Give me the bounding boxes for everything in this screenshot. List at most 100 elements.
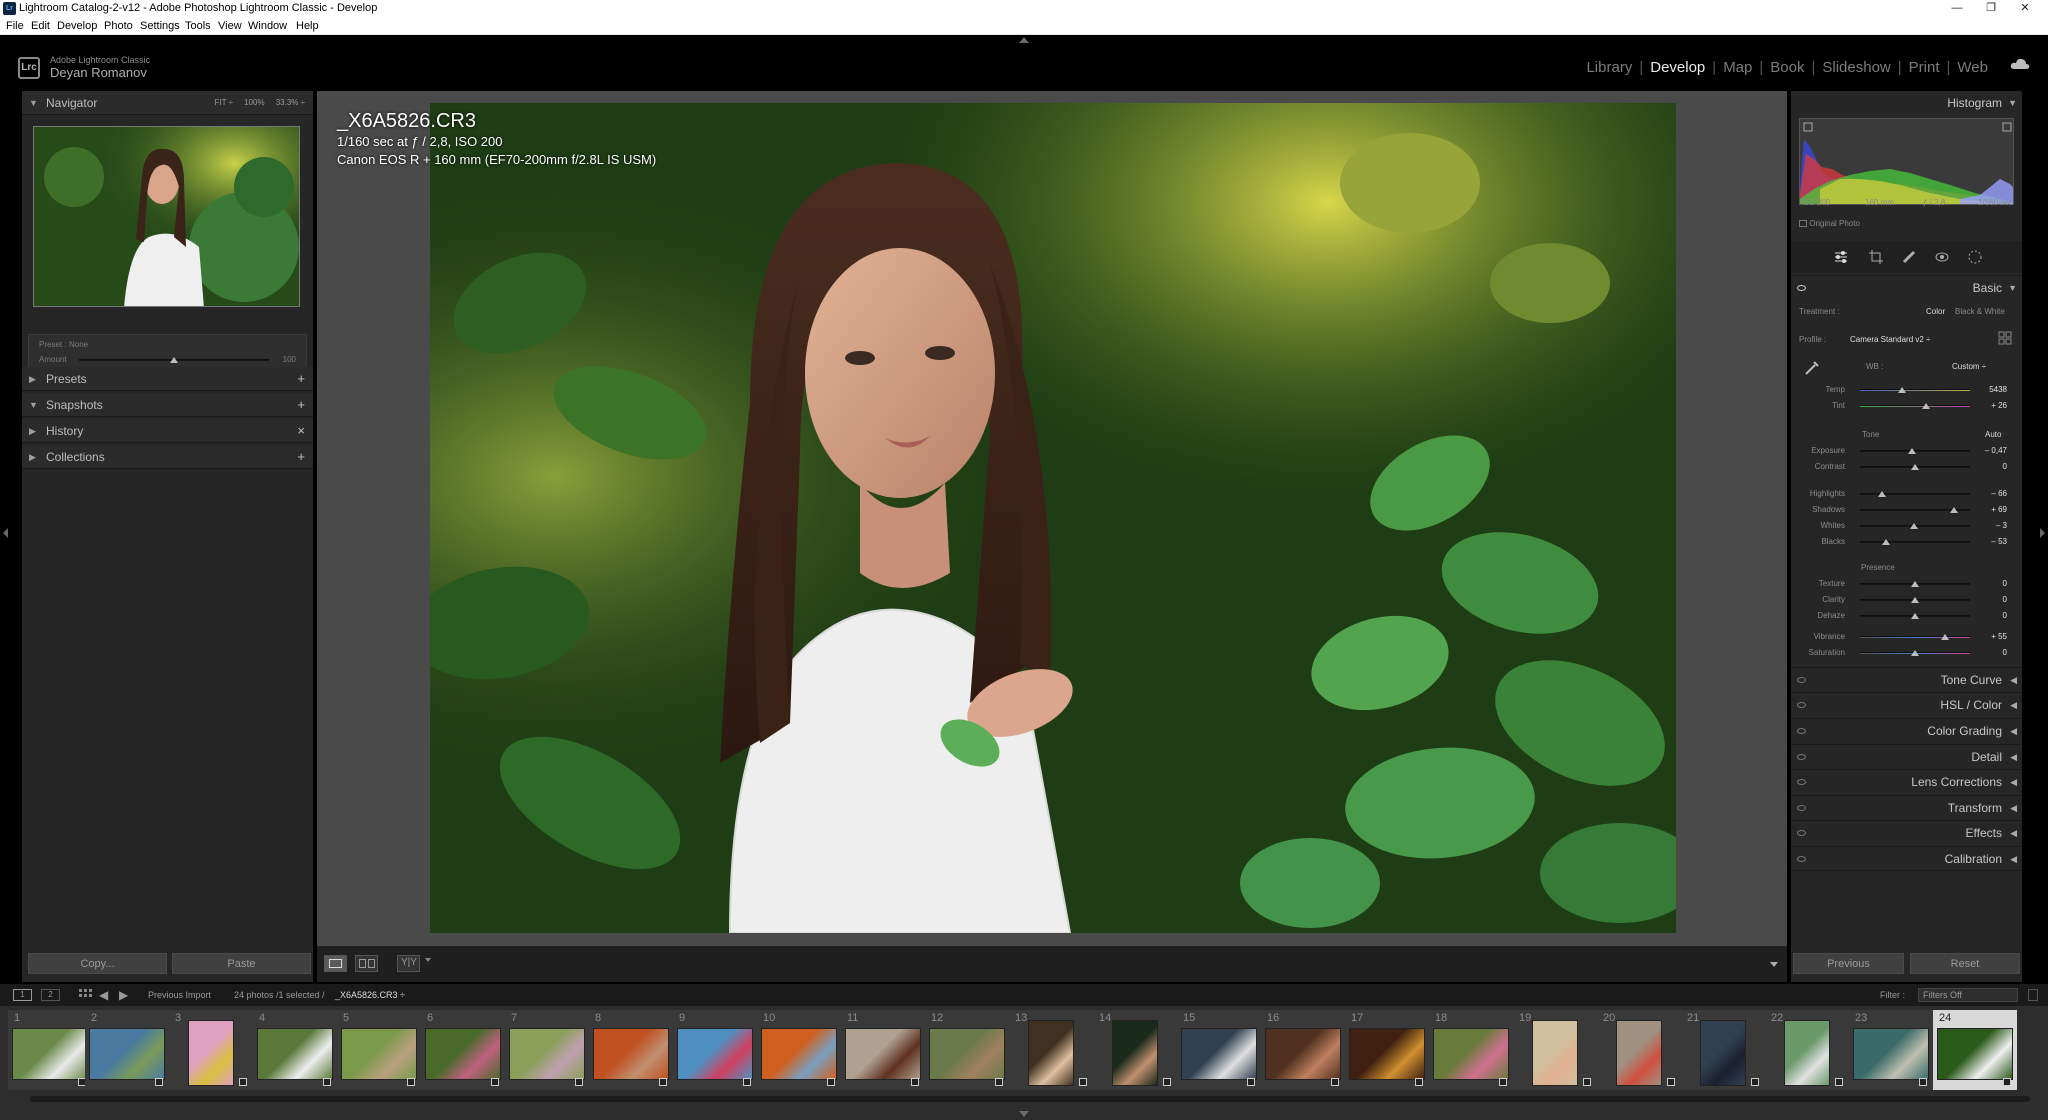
filmstrip-cell[interactable]: 8 bbox=[589, 1010, 673, 1090]
original-photo-toggle[interactable]: Original Photo bbox=[1799, 219, 1860, 228]
thumbnail-image[interactable] bbox=[1181, 1028, 1257, 1080]
right-panel-toggle[interactable] bbox=[2040, 528, 2045, 538]
filmstrip-cell[interactable]: 18 bbox=[1429, 1010, 1513, 1090]
filmstrip-cell[interactable]: 23 bbox=[1849, 1010, 1933, 1090]
thumbnail-image[interactable] bbox=[188, 1020, 234, 1086]
top-panel-toggle[interactable] bbox=[1019, 37, 1029, 43]
thumbnail-image[interactable] bbox=[593, 1028, 669, 1080]
thumbnail-image[interactable] bbox=[1028, 1020, 1074, 1086]
highlight-clip-indicator[interactable] bbox=[2002, 122, 2012, 132]
filmstrip-cell[interactable]: 20 bbox=[1597, 1010, 1681, 1090]
red-eye-icon[interactable] bbox=[1934, 249, 1950, 265]
zoom-33[interactable]: 33.3% ÷ bbox=[276, 98, 305, 107]
main-photo[interactable] bbox=[430, 103, 1676, 933]
thumbnail-image[interactable] bbox=[425, 1028, 501, 1080]
copy-settings-button[interactable]: Copy... bbox=[28, 953, 167, 974]
view-dropdown-icon[interactable] bbox=[425, 958, 431, 962]
auto-tone-button[interactable]: Auto bbox=[1985, 430, 2001, 439]
filmstrip-cell[interactable]: 5 bbox=[337, 1010, 421, 1090]
reset-button[interactable]: Reset bbox=[1910, 953, 2020, 974]
filmstrip-cell[interactable]: 17 bbox=[1345, 1010, 1429, 1090]
slider-thumb-whites[interactable] bbox=[1909, 523, 1918, 529]
effects-header[interactable]: Effects ◀ bbox=[1791, 820, 2022, 845]
masking-icon[interactable] bbox=[1967, 249, 1983, 265]
collections-header[interactable]: ▶ Collections + bbox=[22, 445, 313, 469]
slider-value-tint[interactable]: + 26 bbox=[1975, 401, 2007, 410]
slider-value-contrast[interactable]: 0 bbox=[1975, 462, 2007, 471]
add-collection-button[interactable]: + bbox=[297, 445, 305, 469]
filmstrip-cell[interactable]: 19 bbox=[1513, 1010, 1597, 1090]
navigator-preview[interactable] bbox=[33, 126, 300, 307]
basic-header[interactable]: Basic ▼ bbox=[1791, 275, 2022, 300]
menu-develop[interactable]: Develop bbox=[57, 17, 97, 35]
grid-view-icon[interactable] bbox=[79, 989, 92, 1001]
filter-dropdown[interactable]: Filters Off bbox=[1918, 988, 2018, 1002]
navigator-zoom-options[interactable]: FIT ÷ 100% 33.3% ÷ bbox=[215, 91, 305, 115]
filmstrip-cell[interactable]: 24 bbox=[1933, 1010, 2017, 1090]
main-window-button[interactable]: 1 bbox=[13, 989, 32, 1001]
slider-thumb-clarity[interactable] bbox=[1911, 597, 1919, 603]
cloud-sync-icon[interactable] bbox=[2010, 58, 2030, 70]
shadow-clip-indicator[interactable] bbox=[1803, 122, 1813, 132]
slider-track-vibrance[interactable] bbox=[1860, 636, 1970, 638]
thumbnail-image[interactable] bbox=[677, 1028, 753, 1080]
filmstrip-cell[interactable]: 9 bbox=[673, 1010, 757, 1090]
slider-thumb-tint[interactable] bbox=[1922, 403, 1930, 409]
treatment-bw[interactable]: Black & White bbox=[1955, 307, 2005, 316]
thumbnail-image[interactable] bbox=[1112, 1020, 1158, 1086]
eye-icon[interactable] bbox=[1797, 805, 1806, 811]
close-button[interactable]: ✕ bbox=[2002, 0, 2048, 17]
eye-icon[interactable] bbox=[1797, 754, 1806, 760]
filmstrip-cell[interactable]: 13 bbox=[1009, 1010, 1093, 1090]
thumbnail-image[interactable] bbox=[929, 1028, 1005, 1080]
menu-edit[interactable]: Edit bbox=[31, 17, 50, 35]
thumbnail-image[interactable] bbox=[1937, 1028, 2013, 1080]
menu-view[interactable]: View bbox=[218, 17, 242, 35]
forward-arrow-icon[interactable]: ▶ bbox=[119, 984, 128, 1006]
back-arrow-icon[interactable]: ◀ bbox=[99, 984, 108, 1006]
menu-tools[interactable]: Tools bbox=[185, 17, 211, 35]
histogram-chart[interactable] bbox=[1799, 118, 2014, 205]
slider-value-vibrance[interactable]: + 55 bbox=[1975, 632, 2007, 641]
hsl-color-header[interactable]: HSL / Color ◀ bbox=[1791, 692, 2022, 717]
thumbnail-image[interactable] bbox=[845, 1028, 921, 1080]
eye-icon[interactable] bbox=[1797, 702, 1806, 708]
slider-thumb-blacks[interactable] bbox=[1882, 539, 1891, 545]
calibration-header[interactable]: Calibration ◀ bbox=[1791, 846, 2022, 871]
paste-settings-button[interactable]: Paste bbox=[172, 953, 311, 974]
eye-icon[interactable] bbox=[1797, 856, 1806, 862]
thumbnail-image[interactable] bbox=[1349, 1028, 1425, 1080]
menu-file[interactable]: File bbox=[6, 17, 24, 35]
filmstrip-cell[interactable]: 10 bbox=[757, 1010, 841, 1090]
thumbnail-image[interactable] bbox=[1700, 1020, 1746, 1086]
filmstrip-cell[interactable]: 3 bbox=[169, 1010, 253, 1090]
previous-button[interactable]: Previous bbox=[1793, 953, 1904, 974]
slider-thumb-temp[interactable] bbox=[1897, 387, 1906, 393]
menu-settings[interactable]: Settings bbox=[140, 17, 180, 35]
snapshots-header[interactable]: ▼ Snapshots + bbox=[22, 393, 313, 417]
module-library[interactable]: Library bbox=[1586, 59, 1632, 76]
slider-value-blacks[interactable]: – 53 bbox=[1975, 537, 2007, 546]
color-grading-header[interactable]: Color Grading ◀ bbox=[1791, 718, 2022, 743]
eye-icon[interactable] bbox=[1797, 285, 1806, 291]
presets-header[interactable]: ▶ Presets + bbox=[22, 367, 313, 391]
edit-sliders-icon[interactable] bbox=[1833, 249, 1849, 265]
thumbnail-image[interactable] bbox=[1616, 1020, 1662, 1086]
profile-browser-icon[interactable] bbox=[1998, 331, 2012, 345]
filmstrip-cell[interactable]: 2 bbox=[85, 1010, 169, 1090]
module-book[interactable]: Book bbox=[1770, 59, 1804, 76]
slider-thumb-exposure[interactable] bbox=[1907, 448, 1916, 454]
slider-thumb-vibrance[interactable] bbox=[1940, 634, 1949, 640]
filmstrip-cell[interactable]: 16 bbox=[1261, 1010, 1345, 1090]
treatment-color[interactable]: Color bbox=[1926, 307, 1945, 316]
slider-thumb-dehaze[interactable] bbox=[1911, 613, 1919, 619]
clear-history-button[interactable]: × bbox=[297, 419, 305, 443]
tone-curve-header[interactable]: Tone Curve ◀ bbox=[1791, 667, 2022, 692]
thumbnail-image[interactable] bbox=[89, 1028, 165, 1080]
slider-track-blacks[interactable] bbox=[1860, 541, 1970, 543]
filmstrip-cell[interactable]: 11 bbox=[841, 1010, 925, 1090]
filter-lock-icon[interactable] bbox=[2028, 989, 2038, 1001]
left-panel-toggle[interactable] bbox=[3, 528, 8, 538]
slider-value-dehaze[interactable]: 0 bbox=[1975, 611, 2007, 620]
slider-track-highlights[interactable] bbox=[1860, 493, 1970, 495]
